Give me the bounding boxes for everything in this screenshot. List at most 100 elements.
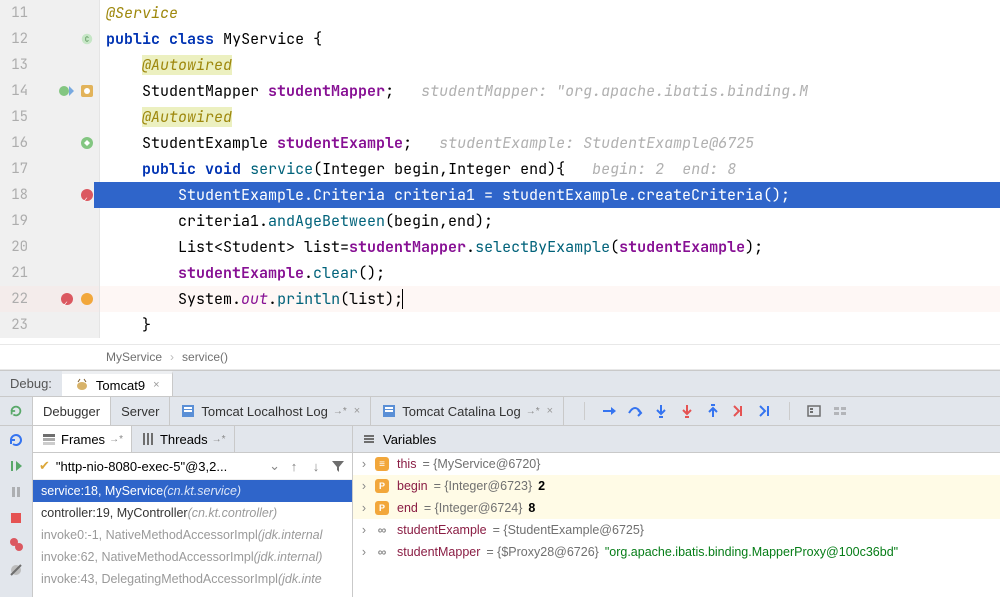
variable-value: = {MyService@6720}: [422, 457, 540, 471]
frame-row[interactable]: controller:19, MyController (cn.kt.contr…: [33, 502, 352, 524]
stop-button[interactable]: [8, 510, 24, 526]
line-number: 21: [4, 260, 28, 286]
debug-left-rail: [0, 426, 33, 597]
code-line: 12 C public class MyService {: [0, 26, 1000, 52]
frame-package: (cn.kt.service): [163, 484, 241, 498]
rerun-button[interactable]: [0, 397, 33, 425]
filter-button[interactable]: [330, 458, 346, 474]
step-over-button[interactable]: [627, 403, 643, 419]
frame-package: (jdk.inte: [278, 572, 322, 586]
frames-tab[interactable]: Frames →*: [33, 426, 132, 452]
spring-nav-icon[interactable]: [79, 83, 95, 99]
code-text[interactable]: @Autowired: [100, 52, 1000, 78]
drop-frame-button[interactable]: [731, 403, 747, 419]
code-text[interactable]: @Service: [100, 0, 1000, 26]
close-icon[interactable]: ×: [547, 405, 553, 417]
frame-row[interactable]: invoke:62, NativeMethodAccessorImpl (jdk…: [33, 546, 352, 568]
mute-breakpoints-button[interactable]: [8, 562, 24, 578]
evaluate-expression-button[interactable]: [806, 403, 822, 419]
intention-bulb-icon[interactable]: [79, 291, 95, 307]
breakpoint-icon[interactable]: [59, 291, 75, 307]
code-text[interactable]: StudentMapper studentMapper; studentMapp…: [100, 78, 1000, 104]
spring-bean-icon[interactable]: [59, 83, 75, 99]
code-text[interactable]: StudentExample.Criteria criteria1 = stud…: [100, 182, 1000, 208]
force-step-into-button[interactable]: [679, 403, 695, 419]
trace-current-stream-button[interactable]: [832, 403, 848, 419]
resume-button[interactable]: [8, 458, 24, 474]
line-number: 15: [4, 104, 28, 130]
expand-chevron-icon[interactable]: ›: [359, 457, 369, 471]
show-execution-point-button[interactable]: [601, 403, 617, 419]
frame-package: (jdk.internal: [258, 528, 323, 542]
pause-button[interactable]: [8, 484, 24, 500]
variable-value: = {Integer@6723}: [434, 479, 533, 493]
tab-server[interactable]: Server: [111, 397, 170, 425]
code-text[interactable]: StudentExample studentExample; studentEx…: [100, 130, 1000, 156]
line-number: 16: [4, 130, 28, 156]
expand-chevron-icon[interactable]: ›: [359, 523, 369, 537]
run-config-tab[interactable]: Tomcat9 ×: [62, 371, 173, 396]
line-number: 18: [4, 182, 28, 208]
debug-label: Debug:: [0, 371, 62, 396]
spring-bean-icon[interactable]: [79, 135, 95, 151]
run-to-cursor-button[interactable]: [757, 403, 773, 419]
variables-label: Variables: [383, 432, 436, 447]
frame-row[interactable]: invoke0:-1, NativeMethodAccessorImpl (jd…: [33, 524, 352, 546]
code-text[interactable]: public void service(Integer begin,Intege…: [100, 156, 1000, 182]
breadcrumb-item[interactable]: service(): [182, 350, 228, 364]
code-line-current: 22 System.out.println(list);: [0, 286, 1000, 312]
variable-value: = {Integer@6724}: [424, 501, 523, 515]
gutter: 13: [0, 52, 100, 78]
code-editor[interactable]: 11 @Service 12 C public class MyService …: [0, 0, 1000, 344]
step-into-button[interactable]: [653, 403, 669, 419]
variable-row[interactable]: ›∞studentMapper = {$Proxy28@6726} "org.a…: [353, 541, 1000, 563]
code-text[interactable]: criteria1.andAgeBetween(begin,end);: [100, 208, 1000, 234]
breadcrumb-item[interactable]: MyService: [106, 350, 162, 364]
line-number: 23: [4, 312, 28, 338]
code-line: 21 studentExample.clear();: [0, 260, 1000, 286]
code-text[interactable]: List<Student> list=studentMapper.selectB…: [100, 234, 1000, 260]
expand-chevron-icon[interactable]: ›: [359, 501, 369, 515]
variable-row[interactable]: ›≡this = {MyService@6720}: [353, 453, 1000, 475]
frame-package: (jdk.internal): [254, 550, 323, 564]
frame-row[interactable]: invoke:43, DelegatingMethodAccessorImpl …: [33, 568, 352, 590]
variable-kind-icon: P: [375, 479, 389, 493]
threads-tab[interactable]: Threads →*: [132, 426, 235, 452]
tab-label: Debugger: [43, 404, 100, 419]
frame-method: invoke:43, DelegatingMethodAccessorImpl: [41, 572, 278, 586]
code-text[interactable]: }: [100, 312, 1000, 338]
tab-debugger[interactable]: Debugger: [33, 397, 111, 425]
tab-localhost-log[interactable]: Tomcat Localhost Log →* ×: [170, 397, 371, 425]
close-icon[interactable]: ×: [153, 379, 159, 391]
line-number: 17: [4, 156, 28, 182]
frame-row[interactable]: service:18, MyService (cn.kt.service): [33, 480, 352, 502]
expand-chevron-icon[interactable]: ›: [359, 479, 369, 493]
line-number: 22: [4, 286, 28, 312]
update-button[interactable]: [8, 432, 24, 448]
chevron-down-icon: ⌄: [269, 458, 280, 474]
implements-icon[interactable]: C: [79, 31, 95, 47]
threads-label: Threads: [160, 432, 208, 447]
code-text[interactable]: public class MyService {: [100, 26, 1000, 52]
next-frame-button[interactable]: ↓: [308, 458, 324, 474]
variable-row[interactable]: ›∞studentExample = {StudentExample@6725}: [353, 519, 1000, 541]
breakpoint-icon[interactable]: [79, 187, 95, 203]
tab-catalina-log[interactable]: Tomcat Catalina Log →* ×: [371, 397, 564, 425]
variable-row[interactable]: ›Pend = {Integer@6724} 8: [353, 497, 1000, 519]
code-text[interactable]: @Autowired: [100, 104, 1000, 130]
thread-selector[interactable]: ✔ "http-nio-8080-exec-5"@3,2... ⌄ ↑ ↓: [33, 453, 352, 480]
expand-chevron-icon[interactable]: ›: [359, 545, 369, 559]
code-line-execution: 18 StudentExample.Criteria criteria1 = s…: [0, 182, 1000, 208]
frames-list[interactable]: service:18, MyService (cn.kt.service)con…: [33, 480, 352, 597]
separator: [584, 402, 585, 420]
code-text[interactable]: studentExample.clear();: [100, 260, 1000, 286]
debug-view-tabs: Debugger Server Tomcat Localhost Log →* …: [33, 397, 564, 425]
close-icon[interactable]: ×: [354, 405, 360, 417]
view-breakpoints-button[interactable]: [8, 536, 24, 552]
prev-frame-button[interactable]: ↑: [286, 458, 302, 474]
variable-kind-icon: ∞: [375, 545, 389, 559]
variable-row[interactable]: ›Pbegin = {Integer@6723} 2: [353, 475, 1000, 497]
step-out-button[interactable]: [705, 403, 721, 419]
variables-list[interactable]: ›≡this = {MyService@6720}›Pbegin = {Inte…: [353, 453, 1000, 597]
code-text[interactable]: System.out.println(list);: [100, 286, 1000, 312]
